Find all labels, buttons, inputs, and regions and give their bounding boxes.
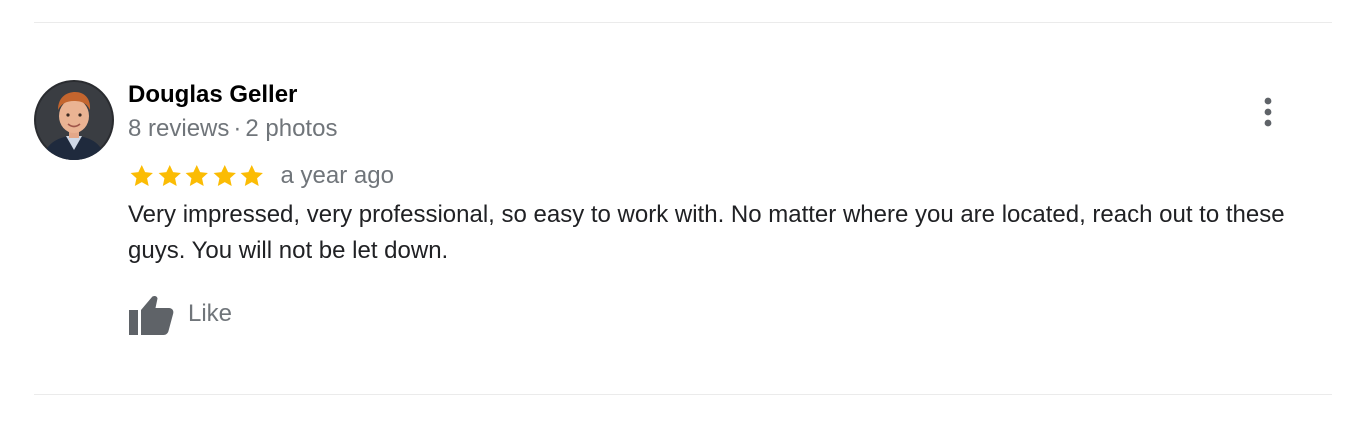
more-vertical-icon (1264, 97, 1272, 127)
thumbs-up-icon (129, 296, 174, 335)
more-options-button[interactable] (1250, 94, 1286, 130)
star-rating (128, 163, 266, 189)
star-icon (158, 164, 181, 186)
top-divider (34, 22, 1332, 23)
meta-separator: · (233, 115, 242, 142)
like-label: Like (188, 300, 233, 327)
reviewer-stats[interactable]: 8 reviews · 2 photos (128, 114, 337, 144)
like-button[interactable]: Like (128, 290, 232, 338)
star-icon (130, 164, 153, 186)
star-icon (240, 164, 263, 186)
rating-row: a year ago (128, 160, 394, 192)
reviews-count: 8 reviews (128, 115, 230, 142)
avatar-image (34, 80, 114, 160)
bottom-divider (34, 394, 1332, 395)
review-card: Douglas Geller 8 reviews · 2 photos a year… (0, 0, 1368, 446)
photos-count: 2 photos (245, 115, 338, 142)
star-icon (185, 164, 208, 186)
star-icon (213, 164, 236, 186)
review-date: a year ago (280, 162, 394, 189)
review-text: Very impressed, very professional, so ea… (128, 201, 1285, 264)
avatar[interactable] (34, 80, 114, 160)
reviewer-name[interactable]: Douglas Geller (128, 80, 297, 110)
